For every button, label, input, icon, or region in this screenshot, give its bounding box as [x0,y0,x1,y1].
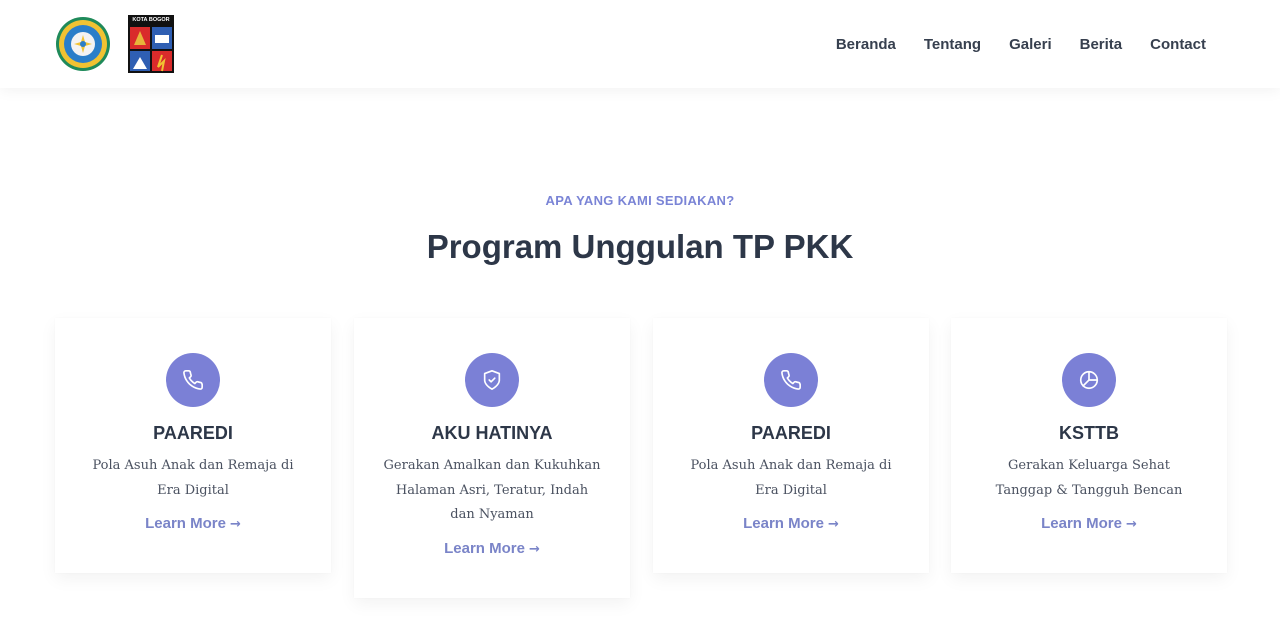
learn-more-label: Learn More [145,515,226,532]
pkk-logo[interactable] [55,16,111,72]
phone-icon [166,353,220,407]
learn-more-label: Learn More [1041,515,1122,532]
arrow-right-icon: → [229,517,241,532]
main-nav: Beranda Tentang Galeri Berita Contact [836,0,1206,88]
card-title: KSTTB [1059,423,1119,443]
card-title: PAAREDI [751,423,831,443]
nav-beranda[interactable]: Beranda [836,36,896,53]
nav-berita[interactable]: Berita [1080,36,1123,53]
card-title: PAAREDI [153,423,233,443]
arrow-right-icon: → [528,542,540,557]
learn-more-label: Learn More [444,540,525,557]
program-card-paaredi-2: PAAREDI Pola Asuh Anak dan Remaja di Era… [653,318,929,573]
section-kicker: APA YANG KAMI SEDIAKAN? [545,193,735,208]
learn-more-link[interactable]: Learn More → [951,515,1227,532]
card-title: AKU HATINYA [431,423,553,443]
kota-bogor-logo[interactable]: KOTA BOGOR [128,15,174,73]
shield-check-icon [465,353,519,407]
card-description: Gerakan Keluarga Sehat Tanggap & Tangguh… [995,458,1183,498]
card-description: Pola Asuh Anak dan Remaja di Era Digital [690,458,892,498]
navbar: KOTA BOGOR Beranda Tentang Galeri Berita… [0,0,1280,88]
program-card-ksttb: KSTTB Gerakan Keluarga Sehat Tanggap & T… [951,318,1227,573]
nav-contact[interactable]: Contact [1150,36,1206,53]
learn-more-label: Learn More [743,515,824,532]
arrow-right-icon: → [1125,517,1137,532]
pie-chart-icon [1062,353,1116,407]
arrow-right-icon: → [827,517,839,532]
learn-more-link[interactable]: Learn More → [653,515,929,532]
nav-tentang[interactable]: Tentang [924,36,981,53]
section-title: Program Unggulan TP PKK [426,228,854,265]
card-description: Pola Asuh Anak dan Remaja di Era Digital [92,458,294,498]
program-card-aku-hatinya: AKU HATINYA Gerakan Amalkan dan Kukuhkan… [354,318,630,598]
learn-more-link[interactable]: Learn More → [55,515,331,532]
card-description: Gerakan Amalkan dan Kukuhkan Halaman Asr… [383,458,601,522]
logo-kota-bogor-text: KOTA BOGOR [132,17,170,23]
program-card-paaredi: PAAREDI Pola Asuh Anak dan Remaja di Era… [55,318,331,573]
learn-more-link[interactable]: Learn More → [354,540,630,557]
phone-icon [764,353,818,407]
nav-galeri[interactable]: Galeri [1009,36,1052,53]
